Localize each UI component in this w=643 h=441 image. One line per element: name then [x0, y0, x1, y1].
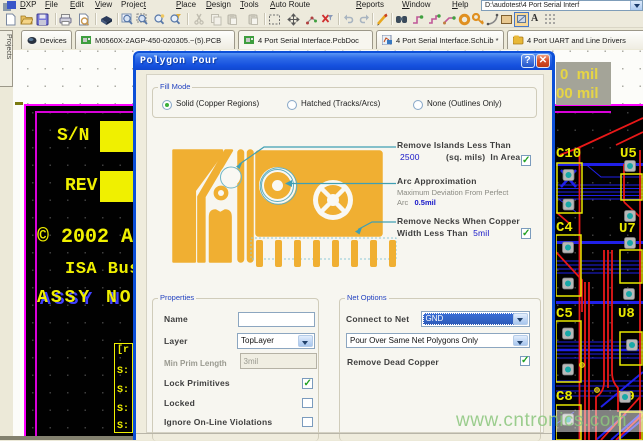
svg-text:U8: U8: [618, 306, 635, 322]
svg-text:C4: C4: [556, 220, 573, 236]
svg-text:U5: U5: [620, 146, 637, 162]
svg-text:C8: C8: [556, 389, 573, 405]
svg-text:U7: U7: [619, 221, 636, 237]
svg-text:C5: C5: [556, 306, 573, 322]
svg-text:C10: C10: [556, 146, 581, 162]
